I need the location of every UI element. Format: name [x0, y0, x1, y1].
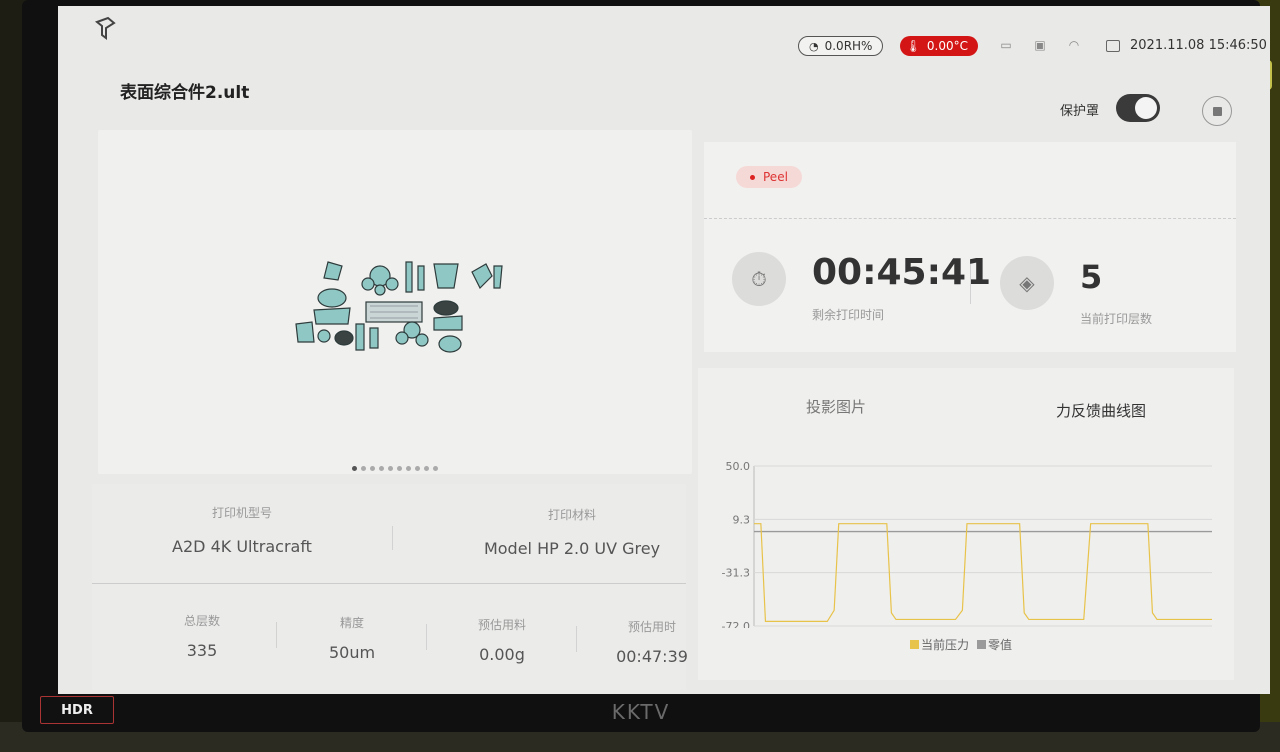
- carousel-dot[interactable]: [352, 466, 357, 471]
- legend-swatch: [977, 640, 987, 649]
- stat-material-usage: 预估用料 0.00g: [432, 616, 572, 664]
- divider: [276, 622, 277, 648]
- stop-button[interactable]: [1202, 96, 1232, 126]
- toggle-knob: [1135, 97, 1157, 119]
- remaining-time: 00:45:41: [812, 252, 992, 293]
- stat-label: 预估用料: [477, 618, 526, 632]
- monitor-brand: KKTV: [611, 700, 671, 724]
- material: 打印材料 Model HP 2.0 UV Grey: [452, 506, 692, 558]
- layers-icon: ◈: [1000, 256, 1054, 310]
- status-bar: ◔ 0.0RH% 🌡 0.00°C ▭ ▣ ◠ 2021.11.08 15:46…: [58, 6, 1270, 58]
- divider: [426, 624, 427, 650]
- printer-model: 打印机型号 A2D 4K Ultracraft: [152, 504, 332, 556]
- phase-dot-icon: [750, 174, 755, 180]
- stat-label: 精度: [339, 616, 364, 630]
- display-icon[interactable]: ▭: [998, 38, 1014, 52]
- stat-value: 0.00g: [479, 645, 525, 664]
- file-title: 表面综合件2.ult: [120, 83, 250, 103]
- screen: ◔ 0.0RH% 🌡 0.00°C ▭ ▣ ◠ 2021.11.08 15:46…: [58, 6, 1270, 694]
- carousel-dot[interactable]: [415, 466, 420, 471]
- carousel-dot[interactable]: [361, 466, 366, 471]
- model-preview[interactable]: [98, 130, 692, 474]
- phase-text: Peel: [763, 170, 788, 184]
- force-chart: 50.0 9.3 -31.3 -72.0: [722, 460, 1212, 628]
- stat-value: 335: [186, 641, 218, 660]
- chart-legend: 当前压力 零值: [910, 636, 1012, 653]
- carousel-dot[interactable]: [379, 466, 384, 471]
- remaining-time-label: 剩余打印时间: [812, 308, 885, 322]
- stat-total-layers: 总层数 335: [132, 612, 272, 660]
- carousel-dot[interactable]: [406, 466, 411, 471]
- printer-model-label: 打印机型号: [211, 506, 272, 520]
- legend-item: 零值: [977, 636, 1012, 653]
- legend-label: 零值: [988, 638, 1013, 652]
- datetime-text: 2021.11.08 15:46:50: [1130, 38, 1267, 53]
- carousel-dot[interactable]: [433, 466, 438, 471]
- divider: [970, 264, 971, 304]
- printer-info: 打印机型号 A2D 4K Ultracraft 打印材料 Model HP 2.…: [92, 484, 686, 584]
- phase-badge: Peel: [736, 166, 802, 188]
- status-icons: ▭ ▣ ◠: [998, 38, 1082, 52]
- stat-precision: 精度 50um: [282, 614, 422, 662]
- print-info-panel: 打印机型号 A2D 4K Ultracraft 打印材料 Model HP 2.…: [92, 484, 688, 690]
- separator: [704, 218, 1236, 219]
- printer-model-value: A2D 4K Ultracraft: [172, 537, 312, 556]
- tab-force-curve[interactable]: 力反馈曲线图: [1056, 400, 1146, 421]
- humidity-icon: ◔: [809, 39, 819, 53]
- y-tick-label: -72.0: [722, 620, 750, 628]
- network-icon[interactable]: ▣: [1032, 38, 1048, 52]
- divider: [392, 526, 393, 550]
- y-tick-label: 9.3: [733, 513, 751, 526]
- y-tick-label: 50.0: [726, 460, 751, 473]
- current-layer: 5: [1080, 258, 1103, 296]
- cover-toggle[interactable]: [1116, 94, 1160, 122]
- material-label: 打印材料: [547, 508, 596, 522]
- humidity-value: 0.0RH%: [824, 39, 873, 53]
- humidity-indicator: ◔ 0.0RH%: [798, 36, 884, 56]
- timer-icon: ⏱: [732, 252, 786, 306]
- model-preview-image: [295, 261, 503, 353]
- carousel-dot[interactable]: [370, 466, 375, 471]
- current-layer-label: 当前打印层数: [1080, 312, 1153, 326]
- datetime-area: 2021.11.08 15:46:50: [1106, 38, 1267, 53]
- legend-label: 当前压力: [921, 638, 970, 652]
- y-tick-label: -31.3: [722, 567, 750, 580]
- divider: [576, 626, 577, 652]
- carousel-dot[interactable]: [424, 466, 429, 471]
- legend-item: 当前压力: [910, 636, 969, 653]
- tab-projection[interactable]: 投影图片: [806, 396, 866, 417]
- material-value: Model HP 2.0 UV Grey: [483, 539, 661, 558]
- message-icon[interactable]: [1106, 39, 1120, 52]
- cover-label: 保护罩: [1060, 104, 1100, 119]
- carousel-dot[interactable]: [388, 466, 393, 471]
- wifi-icon[interactable]: ◠: [1066, 38, 1082, 52]
- stat-value: 50um: [328, 643, 376, 662]
- legend-swatch: [910, 640, 919, 649]
- chart-panel: 投影图片 力反馈曲线图 50.0 9.3 -31.3 -72.0 当前压力 零值: [698, 368, 1234, 680]
- stop-icon: [1212, 106, 1222, 116]
- temperature-value: 0.00°C: [926, 39, 968, 53]
- thermometer-icon: 🌡: [905, 39, 921, 53]
- app-logo-icon[interactable]: [94, 16, 116, 42]
- stat-label: 总层数: [183, 614, 220, 628]
- carousel-dot[interactable]: [397, 466, 402, 471]
- monitor-bezel: HDR KKTV ◔ 0.0RH% 🌡 0.00°C ▭ ▣ ◠ 2021.11…: [22, 0, 1270, 732]
- temperature-indicator: 🌡 0.00°C: [900, 36, 978, 56]
- print-status-panel: Peel ⏱ 00:45:41 剩余打印时间 ◈ 5 当前打印层数: [704, 142, 1236, 352]
- carousel-dots[interactable]: [352, 466, 438, 471]
